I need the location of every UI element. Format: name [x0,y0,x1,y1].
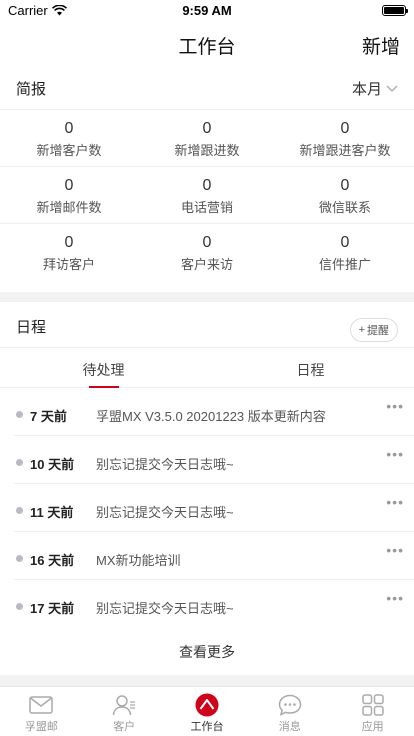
remind-label: 提醒 [367,325,389,337]
schedule-title: 日程 [16,319,47,336]
schedule-header: 日程 + 提醒 [0,302,414,348]
tab-customers[interactable]: 客户 [83,687,166,736]
item-content: 别忘记提交今天日志哦~ [96,505,234,520]
stat-phone-marketing[interactable]: 0 电话营销 [138,167,276,224]
item-time: 16 天前 [30,553,75,568]
more-options-icon[interactable]: ••• [386,590,404,606]
item-time: 10 天前 [30,457,75,472]
list-item[interactable]: 16 天前 MX新功能培训 ••• [14,532,414,580]
stat-value: 0 [340,177,350,194]
contacts-icon [112,695,136,716]
summary-title: 简报 [16,81,47,98]
list-item[interactable]: 17 天前 别忘记提交今天日志哦~ ••• [14,580,414,628]
tab-mail[interactable]: 孚盟邮 [0,687,83,736]
stat-new-followups[interactable]: 0 新增跟进数 [138,110,276,167]
tab-apps[interactable]: 应用 [331,687,414,736]
stat-label: 电话营销 [180,200,233,215]
item-time: 11 天前 [30,505,74,520]
period-selector[interactable]: 本月 [352,78,398,99]
item-content: 别忘记提交今天日志哦~ [96,457,234,472]
stat-label: 拜访客户 [42,257,95,272]
item-time: 17 天前 [30,601,75,616]
tab-pending[interactable]: 待处理 [0,348,207,388]
item-content: 别忘记提交今天日志哦~ [96,601,234,616]
stat-label: 新增跟进客户数 [299,143,391,158]
nav-bar: 工作台 新增 [0,22,414,64]
bullet-dot [16,555,23,562]
stat-label: 微信联系 [318,200,371,215]
more-options-icon[interactable]: ••• [386,446,404,462]
tab-workbench[interactable]: 工作台 [166,687,249,736]
stat-label: 新增跟进数 [174,143,240,158]
stat-new-emails[interactable]: 0 新增邮件数 [0,167,138,224]
page-title: 工作台 [178,37,236,58]
stat-letter-promotion[interactable]: 0 信件推广 [276,224,414,281]
item-time: 7 天前 [30,409,67,424]
tab-label: 消息 [278,721,301,733]
stat-wechat-contact[interactable]: 0 微信联系 [276,167,414,224]
plus-icon: + [358,324,365,336]
stat-new-followup-customers[interactable]: 0 新增跟进客户数 [276,110,414,167]
stat-value: 0 [202,234,212,251]
bullet-dot [16,411,23,418]
schedule-tabs: 待处理 日程 [0,348,414,388]
tab-label: 孚盟邮 [24,721,58,733]
status-time: 9:59 AM [182,3,232,18]
bottom-tab-bar: 孚盟邮 客户 工作台 消息 应用 [0,686,414,736]
stat-value: 0 [64,120,74,137]
chat-icon [278,694,302,716]
status-bar: Carrier 9:59 AM [0,0,414,22]
schedule-card: 日程 + 提醒 待处理 日程 7 天前 孚盟MX V3.5.0 20201223… [0,302,414,675]
tab-messages[interactable]: 消息 [248,687,331,736]
stat-label: 客户来访 [180,257,233,272]
item-content: 孚盟MX V3.5.0 20201223 版本更新内容 [96,409,326,424]
stat-label: 新增邮件数 [36,200,102,215]
see-more-link[interactable]: 查看更多 [0,642,414,662]
more-options-icon[interactable]: ••• [386,494,404,510]
chevron-down-icon [386,85,398,92]
workbench-icon [195,693,219,717]
tab-label: 客户 [113,721,136,733]
stat-customer-visits[interactable]: 0 拜访客户 [0,224,138,281]
item-content: MX新功能培训 [96,553,181,568]
summary-card: 简报 本月 0 新增客户数 0 新增跟进数 0 新增跟进客户数 0 新增邮件数 0 电话营… [0,64,414,292]
period-label: 本月 [351,81,382,98]
bullet-dot [16,459,23,466]
tab-label: 应用 [361,721,384,733]
stat-value: 0 [202,120,212,137]
add-reminder-button[interactable]: + 提醒 [349,318,398,342]
stat-value: 0 [340,234,350,251]
stat-value: 0 [202,177,212,194]
mail-icon [29,696,54,714]
stat-grid: 0 新增客户数 0 新增跟进数 0 新增跟进客户数 0 新增邮件数 0 电话营销 0 微信联… [0,110,414,281]
stat-value: 0 [64,234,74,251]
more-options-icon[interactable]: ••• [386,542,404,558]
list-item[interactable]: 11 天前 别忘记提交今天日志哦~ ••• [14,484,414,532]
stat-customer-incoming[interactable]: 0 客户来访 [138,224,276,281]
stat-value: 0 [64,177,74,194]
tab-label: 工作台 [190,721,224,733]
summary-header: 简报 本月 [0,64,414,110]
bullet-dot [16,507,23,514]
list-item[interactable]: 7 天前 孚盟MX V3.5.0 20201223 版本更新内容 ••• [14,388,414,436]
apps-grid-icon [361,694,384,716]
stat-label: 信件推广 [318,257,371,272]
battery-icon [382,5,408,16]
schedule-list: 7 天前 孚盟MX V3.5.0 20201223 版本更新内容 ••• 10 … [0,388,414,628]
more-options-icon[interactable]: ••• [386,398,404,414]
stat-label: 新增客户数 [36,143,102,158]
add-button[interactable]: 新增 [362,32,400,59]
stat-new-customers[interactable]: 0 新增客户数 [0,110,138,167]
tab-schedule[interactable]: 日程 [207,348,414,387]
list-item[interactable]: 10 天前 别忘记提交今天日志哦~ ••• [14,436,414,484]
stat-value: 0 [340,120,350,137]
bullet-dot [16,603,23,610]
